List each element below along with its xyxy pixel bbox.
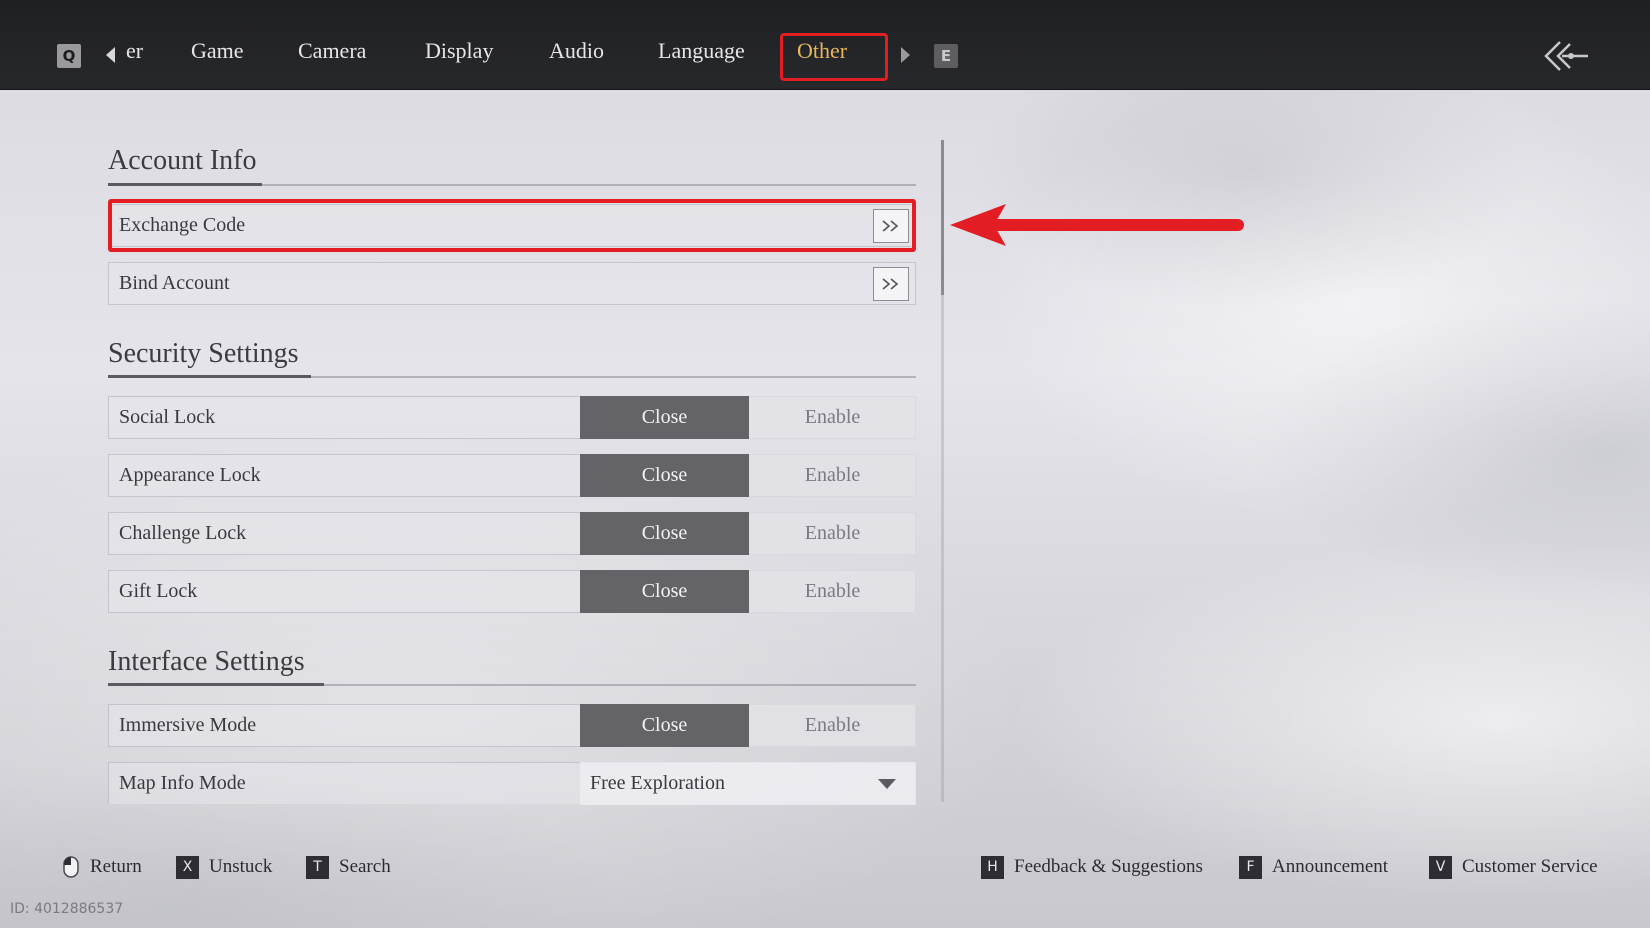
tab-previous-partial[interactable]: er: [126, 38, 143, 64]
hint-return[interactable]: Return: [62, 855, 142, 879]
hint-feedback-suggestions[interactable]: H Feedback & Suggestions: [981, 855, 1203, 879]
setting-label: Gift Lock: [119, 580, 198, 602]
prev-tab-key[interactable]: Q: [57, 44, 81, 68]
hint-search[interactable]: T Search: [306, 855, 391, 879]
setting-label: Immersive Mode: [119, 714, 257, 736]
hint-label: Return: [90, 856, 142, 877]
gift-lock-enable-option[interactable]: Enable: [749, 570, 916, 613]
map-info-mode-dropdown[interactable]: Free Exploration: [580, 762, 916, 805]
player-id-watermark: ID: 4012886537: [10, 901, 124, 917]
setting-label: Appearance Lock: [119, 464, 261, 486]
immersive-mode-close-option[interactable]: Close: [580, 704, 749, 747]
tab-camera[interactable]: Camera: [298, 38, 366, 64]
dropdown-selected-value: Free Exploration: [590, 772, 725, 794]
hint-label: Search: [339, 856, 391, 877]
tab-audio[interactable]: Audio: [549, 38, 604, 64]
hint-key: T: [306, 855, 329, 879]
social-lock-enable-option[interactable]: Enable: [749, 396, 916, 439]
setting-row-challenge-lock: Challenge Lock Close Enable: [108, 512, 916, 555]
tab-scroll-left-icon[interactable]: [106, 47, 115, 63]
hint-announcement[interactable]: F Announcement: [1239, 855, 1388, 879]
tab-display[interactable]: Display: [425, 38, 493, 64]
mouse-icon: [63, 856, 79, 878]
setting-label: Bind Account: [119, 272, 230, 294]
hint-label: Feedback & Suggestions: [1014, 856, 1203, 877]
top-nav-bar: Q er Game Camera Display Audio Language …: [0, 0, 1650, 90]
tab-scroll-right-icon[interactable]: [901, 47, 910, 63]
hint-unstuck[interactable]: X Unstuck: [176, 855, 272, 879]
hint-customer-service[interactable]: V Customer Service: [1429, 855, 1598, 879]
section-divider: [108, 183, 916, 186]
tab-game[interactable]: Game: [191, 38, 244, 64]
section-title-security-settings: Security Settings: [108, 338, 299, 369]
setting-row-appearance-lock: Appearance Lock Close Enable: [108, 454, 916, 497]
section-title-account-info: Account Info: [108, 145, 257, 176]
hint-key: H: [981, 855, 1004, 879]
tab-language[interactable]: Language: [658, 38, 745, 64]
setting-row-social-lock: Social Lock Close Enable: [108, 396, 916, 439]
bind-account-open-button[interactable]: [873, 267, 909, 301]
setting-row-map-info-mode: Map Info Mode Free Exploration: [108, 762, 916, 805]
section-divider: [108, 375, 916, 378]
setting-row-gift-lock: Gift Lock Close Enable: [108, 570, 916, 613]
hint-key: X: [176, 855, 199, 879]
section-title-interface-settings: Interface Settings: [108, 646, 305, 677]
hint-key: V: [1429, 855, 1452, 879]
hint-label: Customer Service: [1462, 856, 1598, 877]
challenge-lock-enable-option[interactable]: Enable: [749, 512, 916, 555]
setting-label: Challenge Lock: [119, 522, 247, 544]
chevron-down-icon: [878, 779, 896, 789]
immersive-mode-enable-option[interactable]: Enable: [749, 704, 916, 747]
settings-scrollbar[interactable]: [941, 140, 944, 802]
appearance-lock-enable-option[interactable]: Enable: [749, 454, 916, 497]
social-lock-close-option[interactable]: Close: [580, 396, 749, 439]
annotation-arrow-icon: [950, 204, 1244, 246]
exchange-code-annotation-box: [108, 199, 916, 252]
section-divider: [108, 683, 916, 686]
scrollbar-thumb[interactable]: [941, 140, 944, 295]
next-tab-key[interactable]: E: [934, 44, 958, 68]
challenge-lock-close-option[interactable]: Close: [580, 512, 749, 555]
back-arrow-icon[interactable]: [1540, 38, 1590, 74]
gift-lock-close-option[interactable]: Close: [580, 570, 749, 613]
hint-key: F: [1239, 855, 1262, 879]
appearance-lock-close-option[interactable]: Close: [580, 454, 749, 497]
hint-label: Unstuck: [209, 856, 273, 877]
setting-row-immersive-mode: Immersive Mode Close Enable: [108, 704, 916, 747]
setting-label: Map Info Mode: [119, 772, 246, 794]
double-chevron-right-icon: [882, 278, 899, 290]
hint-label: Announcement: [1272, 856, 1389, 877]
active-tab-annotation: [780, 33, 888, 81]
setting-row-bind-account[interactable]: Bind Account: [108, 262, 916, 305]
setting-label: Social Lock: [119, 406, 216, 428]
